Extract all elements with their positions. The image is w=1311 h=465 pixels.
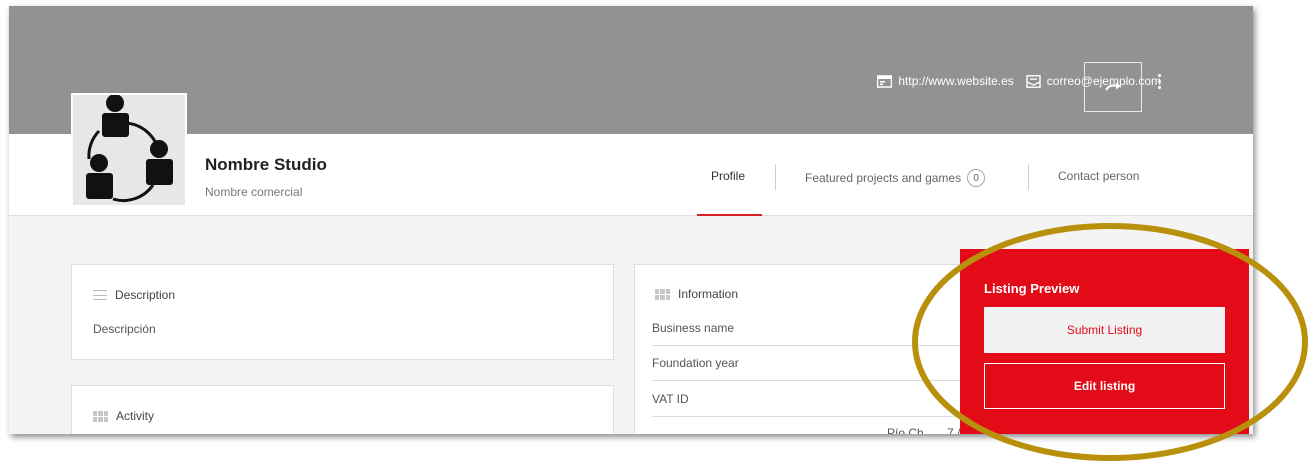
description-icon	[93, 290, 107, 300]
tab-divider	[775, 164, 776, 190]
share-button[interactable]	[1084, 62, 1142, 112]
info-business-name: Business name	[652, 321, 735, 335]
description-card: Description Descripción	[71, 264, 614, 360]
activity-header: Activity	[93, 409, 154, 423]
more-options-icon[interactable]	[1154, 74, 1164, 96]
website-icon	[877, 74, 893, 88]
team-icon	[86, 94, 173, 203]
profile-banner: http://www.website.es correo@ejemplo.com	[9, 6, 1253, 134]
studio-name: Nombre Studio	[205, 155, 327, 174]
tab-featured-projects[interactable]: Featured projects and games 0	[805, 169, 986, 187]
submit-listing-button[interactable]: Submit Listing	[984, 307, 1225, 353]
website-link[interactable]: http://www.website.es	[877, 74, 1014, 88]
tab-divider	[1028, 164, 1029, 190]
studio-avatar	[71, 93, 187, 207]
information-icon	[655, 288, 670, 300]
row-divider	[652, 345, 972, 346]
activity-icon	[93, 410, 108, 422]
email-icon	[1026, 74, 1041, 88]
tab-featured-label: Featured projects and games	[805, 171, 962, 185]
activity-card: Activity	[71, 385, 614, 434]
website-url[interactable]: http://www.website.es	[898, 74, 1013, 88]
listing-preview-title: Listing Preview	[984, 281, 1080, 296]
info-foundation-year: Foundation year	[652, 356, 739, 370]
info-vat-id: VAT ID	[652, 392, 689, 406]
edit-listing-button[interactable]: Edit listing	[984, 363, 1225, 409]
information-header: Information	[655, 287, 738, 301]
information-title: Information	[678, 287, 739, 301]
row-divider	[652, 380, 972, 381]
active-tab-indicator	[697, 214, 762, 216]
tab-contact-person[interactable]: Contact person	[1058, 169, 1139, 183]
share-icon	[1105, 82, 1121, 91]
tab-profile[interactable]: Profile	[711, 169, 745, 183]
listing-preview-panel: Listing Preview Submit Listing Edit list…	[960, 249, 1249, 434]
row-divider	[652, 416, 972, 417]
activity-title: Activity	[116, 409, 155, 423]
featured-count-badge: 0	[967, 169, 986, 187]
description-header: Description	[93, 288, 175, 302]
page-frame: http://www.website.es correo@ejemplo.com	[9, 6, 1253, 434]
description-text: Descripción	[93, 322, 156, 336]
studio-commercial-name: Nombre comercial	[205, 185, 303, 199]
description-title: Description	[115, 288, 176, 302]
